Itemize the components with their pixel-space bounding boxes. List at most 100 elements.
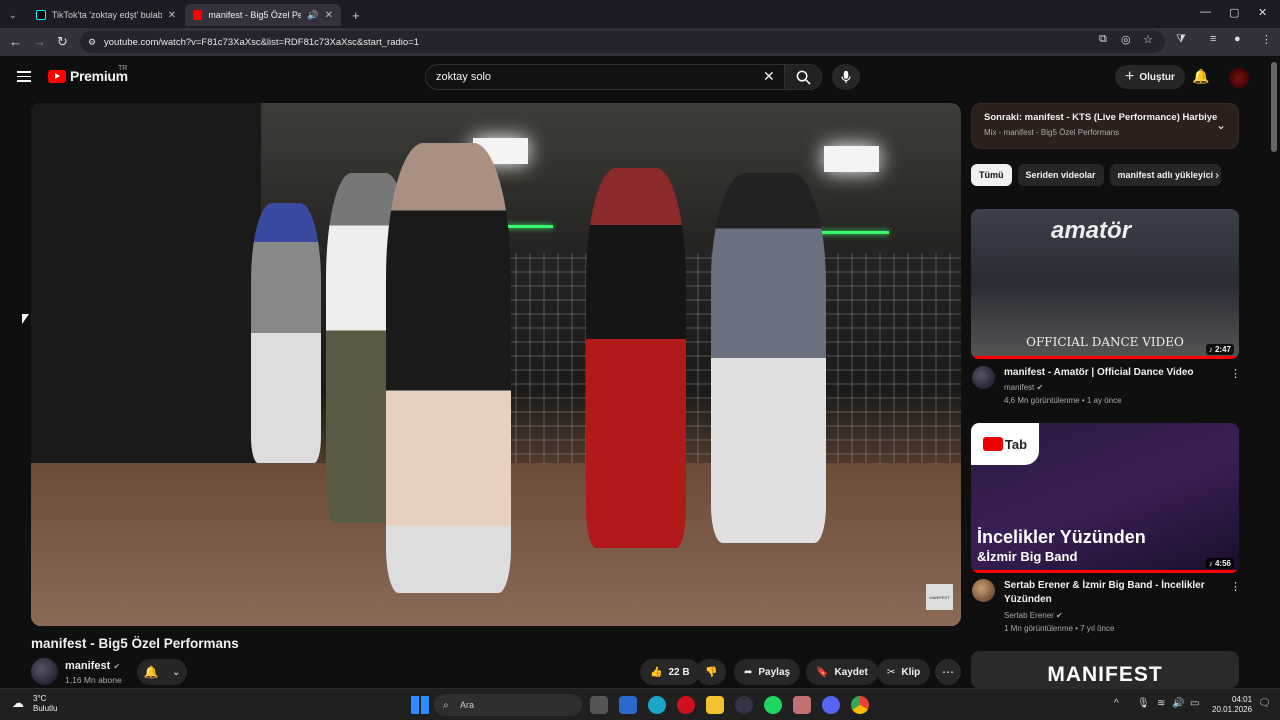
search-button[interactable] (784, 64, 822, 90)
dislike-button[interactable]: 👎 (696, 659, 727, 685)
up-next-panel[interactable]: Sonraki: manifest - KTS (Live Performanc… (971, 103, 1239, 149)
browser-tab-tiktok[interactable]: TikTok'ta 'zoktay edşt' bulabilir... ✕ (28, 4, 184, 26)
more-actions-icon[interactable]: ⋯ (935, 659, 961, 685)
like-count: 22 B (668, 666, 690, 678)
hamburger-menu-icon[interactable] (17, 71, 31, 82)
audio-playing-icon[interactable]: 🔊 (307, 10, 318, 21)
maximize-icon[interactable]: ▢ (1229, 6, 1239, 19)
task-view-icon[interactable] (590, 696, 608, 714)
chevron-down-icon[interactable]: ⌄ (1216, 118, 1226, 132)
subscription-bell-button[interactable]: 🔔 ⌄ (137, 659, 187, 685)
profile-icon[interactable]: ● (1234, 33, 1241, 45)
photos-icon[interactable] (793, 696, 811, 714)
more-options-icon[interactable]: ⋮ (1230, 367, 1241, 380)
reload-icon[interactable]: ↻ (57, 34, 68, 50)
channel-name[interactable]: manifest ✔ (65, 660, 120, 672)
video-dancer (711, 173, 826, 543)
weather-widget[interactable]: ☁ 3°C Bulutlu (12, 694, 57, 714)
video-title: manifest - Big5 Özel Performans (31, 636, 239, 651)
youtube-header: Premium TR zoktay solo ✕ + Oluştur 🔔 (0, 56, 1280, 100)
tray-overflow-icon[interactable]: ^ (1114, 698, 1119, 709)
minimize-icon[interactable]: — (1200, 6, 1211, 18)
bookmark-star-icon[interactable]: ☆ (1143, 33, 1153, 46)
close-tab-icon[interactable]: ✕ (325, 10, 333, 21)
tab-list-button[interactable]: ⌄ (4, 4, 24, 26)
close-window-icon[interactable]: ✕ (1258, 6, 1267, 19)
recommendation-channel[interactable]: manifest ✔ (1004, 383, 1043, 392)
reading-list-icon[interactable]: ≡ (1210, 33, 1216, 45)
clip-button[interactable]: ✂ Klip (877, 659, 931, 685)
close-tab-icon[interactable]: ✕ (168, 10, 176, 21)
spotify-icon[interactable] (764, 696, 782, 714)
recommendation-title[interactable]: manifest - Amatör | Official Dance Video (1004, 366, 1219, 380)
recommendation-meta: 4,6 Mn görüntülenme • 1 ay önce (1004, 396, 1122, 405)
taskbar-search[interactable]: ⌕ Ara (434, 694, 582, 716)
channel-name-text: manifest (65, 660, 111, 672)
like-button[interactable]: 👍 22 B (640, 659, 700, 685)
search-input[interactable]: zoktay solo (425, 64, 785, 90)
channel-avatar[interactable] (972, 366, 995, 389)
share-button[interactable]: ➦ Paylaş (734, 659, 801, 685)
recommendation-thumbnail[interactable]: Tab İncelikler Yüzünden &İzmir Big Band … (971, 423, 1239, 573)
menu-kebab-icon[interactable]: ⋮ (1261, 33, 1272, 46)
clock[interactable]: 04:01 20.01.2026 (1212, 695, 1252, 715)
verified-check-icon: ✔ (1056, 611, 1063, 620)
save-button[interactable]: 🔖 Kaydet (806, 659, 878, 685)
discord-icon[interactable] (822, 696, 840, 714)
forward-icon[interactable]: → (33, 34, 46, 49)
youtube-premium-logo[interactable]: Premium TR (48, 65, 128, 84)
create-button[interactable]: + Oluştur (1115, 65, 1185, 89)
more-options-icon[interactable]: ⋮ (1230, 580, 1241, 593)
clock-date: 20.01.2026 (1212, 705, 1253, 714)
microphone-icon[interactable]: 🎙 (1137, 698, 1150, 709)
notification-icon[interactable]: 🗨 (1258, 698, 1271, 709)
video-player[interactable]: MANIFEST (31, 103, 961, 626)
up-next-subtitle: Mix - manifest - Big5 Özel Performans (984, 128, 1120, 137)
search-icon (796, 70, 811, 85)
video-dancer (386, 143, 511, 593)
eye-off-icon[interactable]: ◎ (1121, 33, 1131, 46)
battery-icon[interactable]: ▭ (1190, 698, 1199, 709)
chip-series[interactable]: Seriden videolar (1017, 164, 1104, 186)
mouse-cursor (22, 314, 29, 324)
back-icon[interactable]: ← (9, 34, 22, 49)
duration-text: 2:47 (1214, 345, 1231, 354)
create-label: Oluştur (1139, 71, 1175, 83)
extensions-icon[interactable]: ⧩ (1176, 33, 1186, 46)
thumbs-up-icon: 👍 (650, 666, 663, 678)
recommendation-title[interactable]: Sertab Erener & İzmir Big Band - İncelik… (1004, 579, 1219, 607)
scissors-icon: ✂ (887, 666, 896, 678)
file-explorer-icon[interactable] (706, 696, 724, 714)
page-scrollbar[interactable] (1271, 62, 1277, 152)
wifi-icon[interactable]: ≋ (1157, 698, 1165, 709)
channel-avatar[interactable] (972, 579, 995, 602)
save-label: Kaydet (834, 666, 868, 678)
chrome-icon[interactable] (851, 696, 869, 714)
microphone-icon (841, 70, 851, 84)
new-tab-button[interactable]: + (344, 4, 368, 26)
account-avatar[interactable] (1229, 68, 1249, 88)
channel-avatar[interactable] (31, 658, 58, 685)
recommendation-thumbnail[interactable]: MANIFEST (971, 651, 1239, 688)
voice-search-button[interactable] (832, 64, 860, 90)
address-bar[interactable]: ⚙ youtube.com/watch?v=F81c73XaXsc&list=R… (80, 31, 1165, 53)
chevron-right-icon[interactable]: › (1215, 168, 1219, 182)
browser-toolbar: ← → ↻ ⚙ youtube.com/watch?v=F81c73XaXsc&… (0, 28, 1280, 56)
recommendation-thumbnail[interactable]: amatör OFFICIAL DANCE VIDEO ♪ 2:47 (971, 209, 1239, 359)
cast-icon[interactable]: ⧉ (1099, 33, 1107, 46)
country-code: TR (118, 65, 128, 72)
clear-search-icon[interactable]: ✕ (763, 68, 775, 85)
steam-icon[interactable] (735, 696, 753, 714)
windows-start-icon[interactable] (411, 696, 429, 714)
notifications-bell-icon[interactable]: 🔔 (1192, 68, 1209, 85)
channel-text: manifest (1004, 383, 1035, 392)
volume-icon[interactable]: 🔊 (1172, 698, 1184, 709)
chip-uploader[interactable]: manifest adlı yükleyici (1109, 164, 1222, 186)
store-icon[interactable] (619, 696, 637, 714)
browser-tab-youtube[interactable]: manifest - Big5 Özel Perfor 🔊 ✕ (185, 4, 341, 26)
site-info-icon[interactable]: ⚙ (88, 37, 96, 48)
edge-icon[interactable] (648, 696, 666, 714)
chip-all[interactable]: Tümü (971, 164, 1012, 186)
recommendation-channel[interactable]: Sertab Erener ✔ (1004, 611, 1063, 620)
opera-icon[interactable] (677, 696, 695, 714)
